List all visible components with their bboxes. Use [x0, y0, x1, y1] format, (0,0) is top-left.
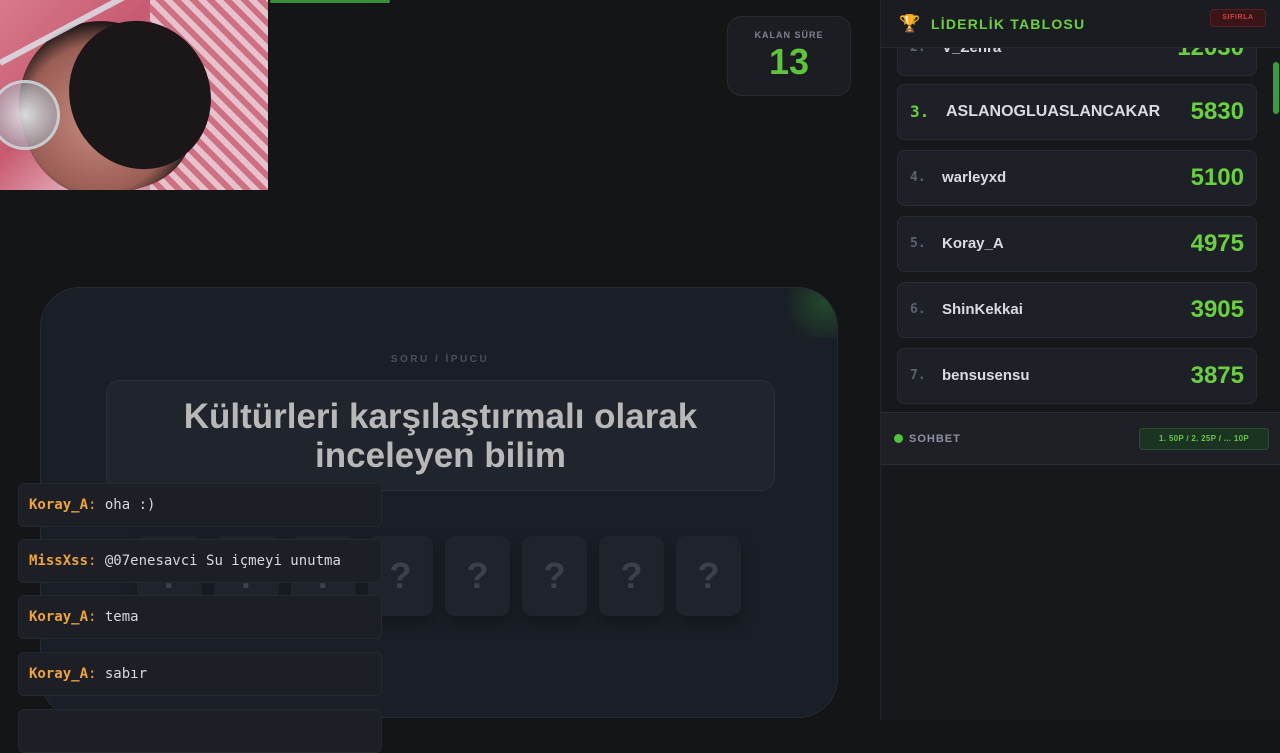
timer-label: KALAN SÜRE: [754, 30, 824, 40]
chat-header: SOHBET 1. 50P / 2. 25P / ... 10P: [881, 412, 1280, 465]
leaderboard-title: LİDERLİK TABLOSU: [931, 15, 1086, 32]
leaderboard-header: 🏆 LİDERLİK TABLOSU SIFIRLA: [881, 0, 1280, 48]
answer-tile: ?: [522, 536, 587, 616]
chat-message: Koray_A: oha :): [18, 483, 382, 527]
leaderboard-row: 6. ShinKekkai 3905: [897, 282, 1257, 338]
leaderboard-name: Koray_A: [942, 235, 1004, 252]
chat-title: SOHBET: [909, 432, 961, 445]
chat-text: @07enesavci Su içmeyi unutma: [104, 553, 341, 569]
chat-message: Koray_A: sabır: [18, 652, 382, 696]
leaderboard-row: 4. warleyxd 5100: [897, 150, 1257, 206]
leaderboard-rank: 5.: [910, 236, 926, 251]
leaderboard-name: warleyxd: [942, 169, 1007, 186]
chat-username: Koray_A: [29, 666, 89, 682]
chat-username: Koray_A: [29, 497, 89, 513]
leaderboard-rank: 4.: [910, 170, 926, 185]
leaderboard-rank: 7.: [910, 368, 926, 383]
question-text: Kültürleri karşılaştırmalı olarak incele…: [183, 396, 698, 475]
leaderboard-name: bensusensu: [942, 367, 1030, 384]
progress-glow: [270, 0, 390, 3]
side-panel: 2. V_Zehra 12030 3. ASLANOGLUASLANCAKAR …: [880, 0, 1280, 720]
leaderboard-name: ASLANOGLUASLANCAKAR: [946, 103, 1161, 120]
chat-message: MissXss: @07enesavci Su içmeyi unutma: [18, 539, 382, 583]
chat-text: sabır: [104, 666, 148, 682]
webcam-feed: [0, 0, 268, 190]
timer-value: 13: [768, 41, 810, 82]
answer-tile: ?: [599, 536, 664, 616]
leaderboard-row: 7. bensusensu 3875: [897, 348, 1257, 404]
leaderboard-score: 3905: [1190, 296, 1244, 323]
leaderboard-row: 5. Koray_A 4975: [897, 216, 1257, 272]
leaderboard-score: 4975: [1190, 230, 1244, 257]
live-dot-icon: [894, 434, 903, 443]
chat-message: Koray_A: tema: [18, 595, 382, 639]
answer-tile: ?: [445, 536, 510, 616]
chat-username: MissXss: [29, 553, 89, 569]
leaderboard-score: 3875: [1190, 362, 1244, 389]
leaderboard-score: 5100: [1190, 164, 1244, 191]
leaderboard-rank: 3.: [910, 102, 930, 121]
question-label: SORU / İPUCU: [390, 354, 490, 365]
leaderboard-name: ShinKekkai: [942, 301, 1023, 318]
leaderboard-scrollbar[interactable]: [1273, 62, 1279, 114]
question-box: Kültürleri karşılaştırmalı olarak incele…: [106, 380, 775, 491]
chat-message: [18, 709, 382, 753]
reset-button[interactable]: SIFIRLA: [1210, 9, 1266, 27]
leaderboard-row: 3. ASLANOGLUASLANCAKAR 5830: [897, 84, 1257, 140]
points-badge: 1. 50P / 2. 25P / ... 10P: [1139, 428, 1269, 450]
leaderboard-rank: 6.: [910, 302, 926, 317]
chat-text: oha :): [104, 497, 156, 513]
timer-panel: KALAN SÜRE 13: [727, 16, 851, 96]
trophy-icon: 🏆: [899, 13, 921, 33]
leaderboard-score: 5830: [1190, 98, 1244, 125]
chat-username: Koray_A: [29, 609, 89, 625]
answer-tile: ?: [676, 536, 741, 616]
chat-text: tema: [104, 609, 139, 625]
